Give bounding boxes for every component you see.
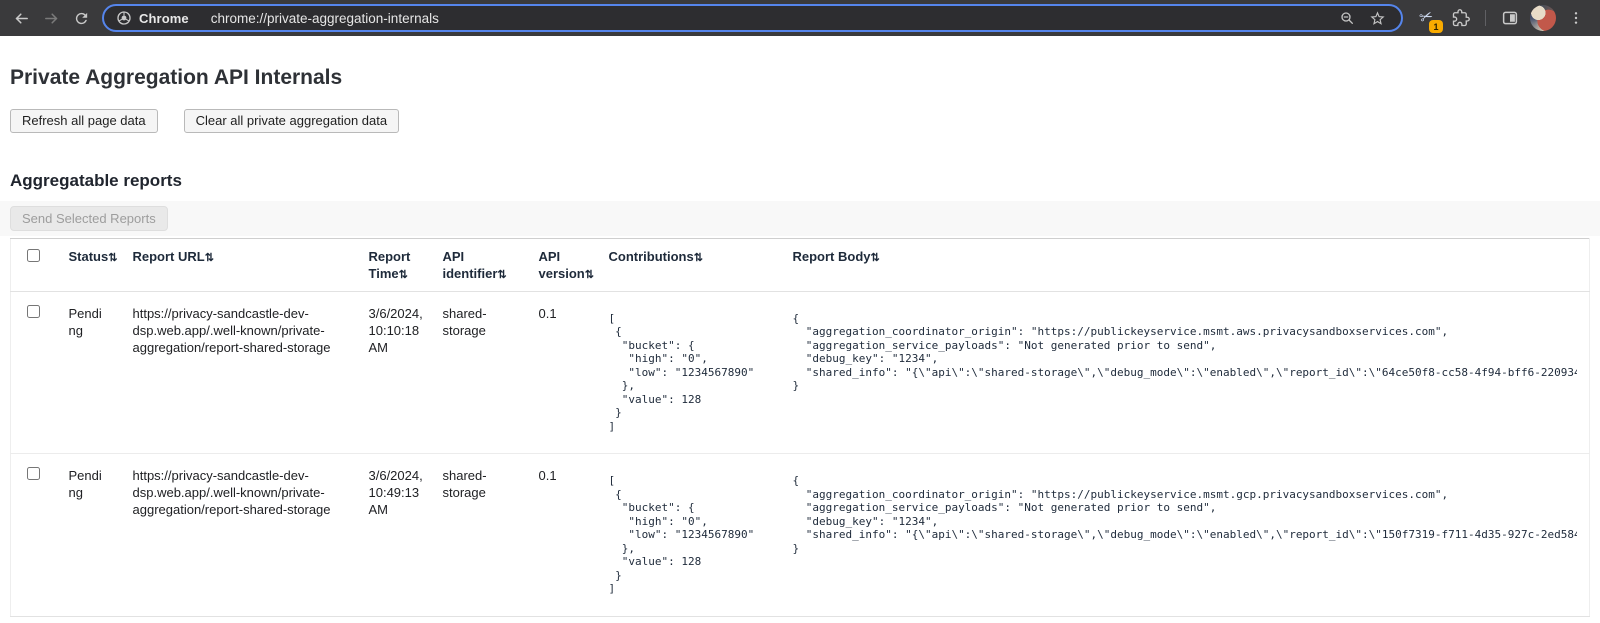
sort-icon: ⇅: [871, 252, 880, 264]
send-reports-bar: Send Selected Reports: [0, 201, 1600, 237]
status-cell: Pending: [57, 291, 121, 454]
back-button[interactable]: [6, 3, 36, 33]
table-row: Pending https://privacy-sandcastle-dev-d…: [11, 291, 1590, 454]
extension-badge: 1: [1429, 20, 1443, 33]
reload-icon: [73, 10, 90, 27]
header-report-time[interactable]: Report Time⇅: [357, 239, 431, 292]
side-panel-icon: [1501, 9, 1519, 27]
select-all-checkbox[interactable]: [27, 249, 40, 262]
reload-button[interactable]: [66, 3, 96, 33]
report-time-cell: 3/6/2024, 10:49:13 AM: [357, 454, 431, 617]
report-body-json: { "aggregation_coordinator_origin": "htt…: [793, 474, 1578, 555]
row-checkbox[interactable]: [27, 467, 40, 480]
api-identifier-cell: shared-storage: [431, 454, 527, 617]
bookmark-star-icon[interactable]: [1365, 6, 1389, 30]
contributions-json: [ { "bucket": { "high": "0", "low": "123…: [609, 474, 769, 596]
api-version-cell: 0.1: [527, 291, 597, 454]
sort-icon: ⇅: [585, 269, 594, 281]
omnibox[interactable]: Chrome chrome://private-aggregation-inte…: [102, 4, 1403, 32]
report-body-cell: { "aggregation_coordinator_origin": "htt…: [781, 291, 1590, 454]
report-url-cell: https://privacy-sandcastle-dev-dsp.web.a…: [121, 291, 357, 454]
header-contributions[interactable]: Contributions⇅: [597, 239, 781, 292]
header-report-url[interactable]: Report URL⇅: [121, 239, 357, 292]
table-row: Pending https://privacy-sandcastle-dev-d…: [11, 454, 1590, 617]
sort-icon: ⇅: [108, 252, 117, 264]
api-version-cell: 0.1: [527, 454, 597, 617]
row-checkbox[interactable]: [27, 305, 40, 318]
reports-section-heading: Aggregatable reports: [10, 171, 1600, 191]
table-header-row: Status⇅ Report URL⇅ Report Time⇅ API ide…: [11, 239, 1590, 292]
site-chip-label: Chrome: [139, 11, 189, 26]
status-cell: Pending: [57, 454, 121, 617]
refresh-all-button[interactable]: Refresh all page data: [10, 109, 158, 133]
header-api-identifier[interactable]: API identifier⇅: [431, 239, 527, 292]
forward-button: [36, 3, 66, 33]
header-api-version[interactable]: API version⇅: [527, 239, 597, 292]
page-content: Private Aggregation API Internals Refres…: [0, 66, 1600, 617]
api-identifier-cell: shared-storage: [431, 291, 527, 454]
header-status[interactable]: Status⇅: [57, 239, 121, 292]
chrome-logo-icon: [116, 10, 132, 26]
forward-arrow-icon: [43, 10, 60, 27]
report-body-cell: { "aggregation_coordinator_origin": "htt…: [781, 454, 1590, 617]
contributions-cell: [ { "bucket": { "high": "0", "low": "123…: [597, 291, 781, 454]
sort-icon: ⇅: [399, 269, 408, 281]
browser-toolbar: Chrome chrome://private-aggregation-inte…: [0, 0, 1600, 36]
header-report-body[interactable]: Report Body⇅: [781, 239, 1590, 292]
contributions-json: [ { "bucket": { "high": "0", "low": "123…: [609, 312, 769, 434]
toolbar-actions: ✂ 1: [1413, 4, 1590, 32]
clear-data-button[interactable]: Clear all private aggregation data: [184, 109, 400, 133]
report-url-cell: https://privacy-sandcastle-dev-dsp.web.a…: [121, 454, 357, 617]
scissors-extension-button[interactable]: ✂ 1: [1413, 4, 1441, 32]
page-title: Private Aggregation API Internals: [10, 66, 1600, 90]
back-arrow-icon: [13, 10, 30, 27]
send-selected-reports-button[interactable]: Send Selected Reports: [10, 206, 168, 232]
toolbar-divider: [1485, 10, 1486, 26]
contributions-cell: [ { "bucket": { "high": "0", "low": "123…: [597, 454, 781, 617]
profile-avatar[interactable]: [1530, 5, 1556, 31]
site-chip: Chrome: [116, 10, 189, 26]
report-body-json: { "aggregation_coordinator_origin": "htt…: [793, 312, 1578, 393]
page-actions: Refresh all page data Clear all private …: [10, 109, 1600, 133]
browser-menu-button[interactable]: [1562, 4, 1590, 32]
side-panel-button[interactable]: [1496, 4, 1524, 32]
report-time-cell: 3/6/2024, 10:10:18 AM: [357, 291, 431, 454]
url-text[interactable]: chrome://private-aggregation-internals: [211, 11, 1329, 26]
sort-icon: ⇅: [497, 269, 506, 281]
sort-icon: ⇅: [205, 252, 214, 264]
sort-icon: ⇅: [694, 252, 703, 264]
puzzle-icon: [1452, 9, 1470, 27]
zoom-icon[interactable]: [1335, 6, 1359, 30]
aggregatable-reports-table: Status⇅ Report URL⇅ Report Time⇅ API ide…: [10, 238, 1590, 617]
extensions-button[interactable]: [1447, 4, 1475, 32]
kebab-menu-icon: [1568, 10, 1584, 26]
